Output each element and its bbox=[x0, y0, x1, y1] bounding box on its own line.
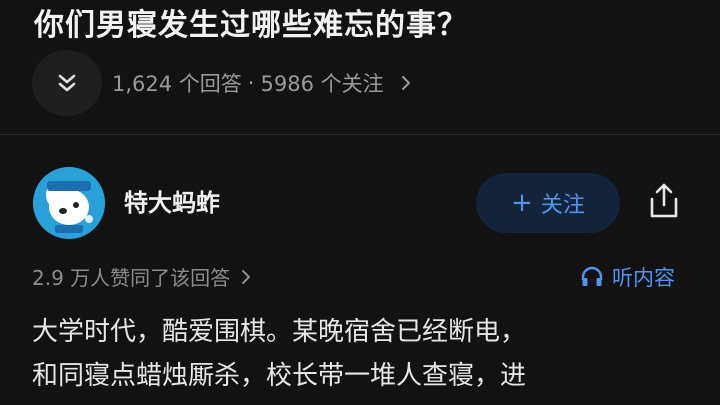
follower-count: 5986 个关注 bbox=[260, 72, 384, 96]
answer-line: 大学时代，酷爱围棋。某晚宿舍已经断电， bbox=[32, 317, 527, 347]
answer-body[interactable]: 大学时代，酷爱围棋。某晚宿舍已经断电， 和同寝点蜡烛厮杀，校长带一堆人查寝，进 bbox=[32, 310, 702, 398]
question-stats[interactable]: 1,624 个回答 · 5986 个关注 bbox=[112, 68, 412, 98]
stats-separator: · bbox=[247, 71, 255, 95]
expand-button[interactable] bbox=[32, 50, 102, 116]
likes-text: 2.9 万人赞同了该回答 bbox=[32, 266, 231, 290]
double-chevron-down-icon bbox=[58, 74, 76, 92]
answer-page: 你们男寝发生过哪些难忘的事？ 1,624 个回答 · 5986 个关注 特大蚂蚱… bbox=[0, 0, 720, 405]
answer-line: 和同寝点蜡烛厮杀，校长带一堆人查寝，进 bbox=[32, 361, 527, 391]
likes-summary[interactable]: 2.9 万人赞同了该回答 bbox=[32, 262, 252, 291]
plus-icon: + bbox=[511, 188, 533, 218]
avatar[interactable] bbox=[33, 167, 105, 239]
follow-button[interactable]: + 关注 bbox=[476, 173, 620, 233]
avatar-dog-icon bbox=[33, 167, 105, 239]
author-name[interactable]: 特大蚂蚱 bbox=[124, 185, 220, 221]
section-divider bbox=[0, 134, 720, 135]
answer-count: 1,624 个回答 bbox=[112, 72, 242, 96]
chevron-right-icon bbox=[240, 268, 252, 286]
headphones-icon bbox=[581, 266, 603, 286]
question-stats-row: 1,624 个回答 · 5986 个关注 bbox=[32, 50, 412, 116]
share-icon[interactable] bbox=[643, 180, 685, 222]
listen-label: 听内容 bbox=[612, 266, 675, 290]
listen-button[interactable]: 听内容 bbox=[580, 262, 675, 292]
chevron-right-icon bbox=[400, 74, 412, 92]
follow-label: 关注 bbox=[540, 193, 585, 218]
question-title[interactable]: 你们男寝发生过哪些难忘的事？ bbox=[34, 4, 468, 48]
